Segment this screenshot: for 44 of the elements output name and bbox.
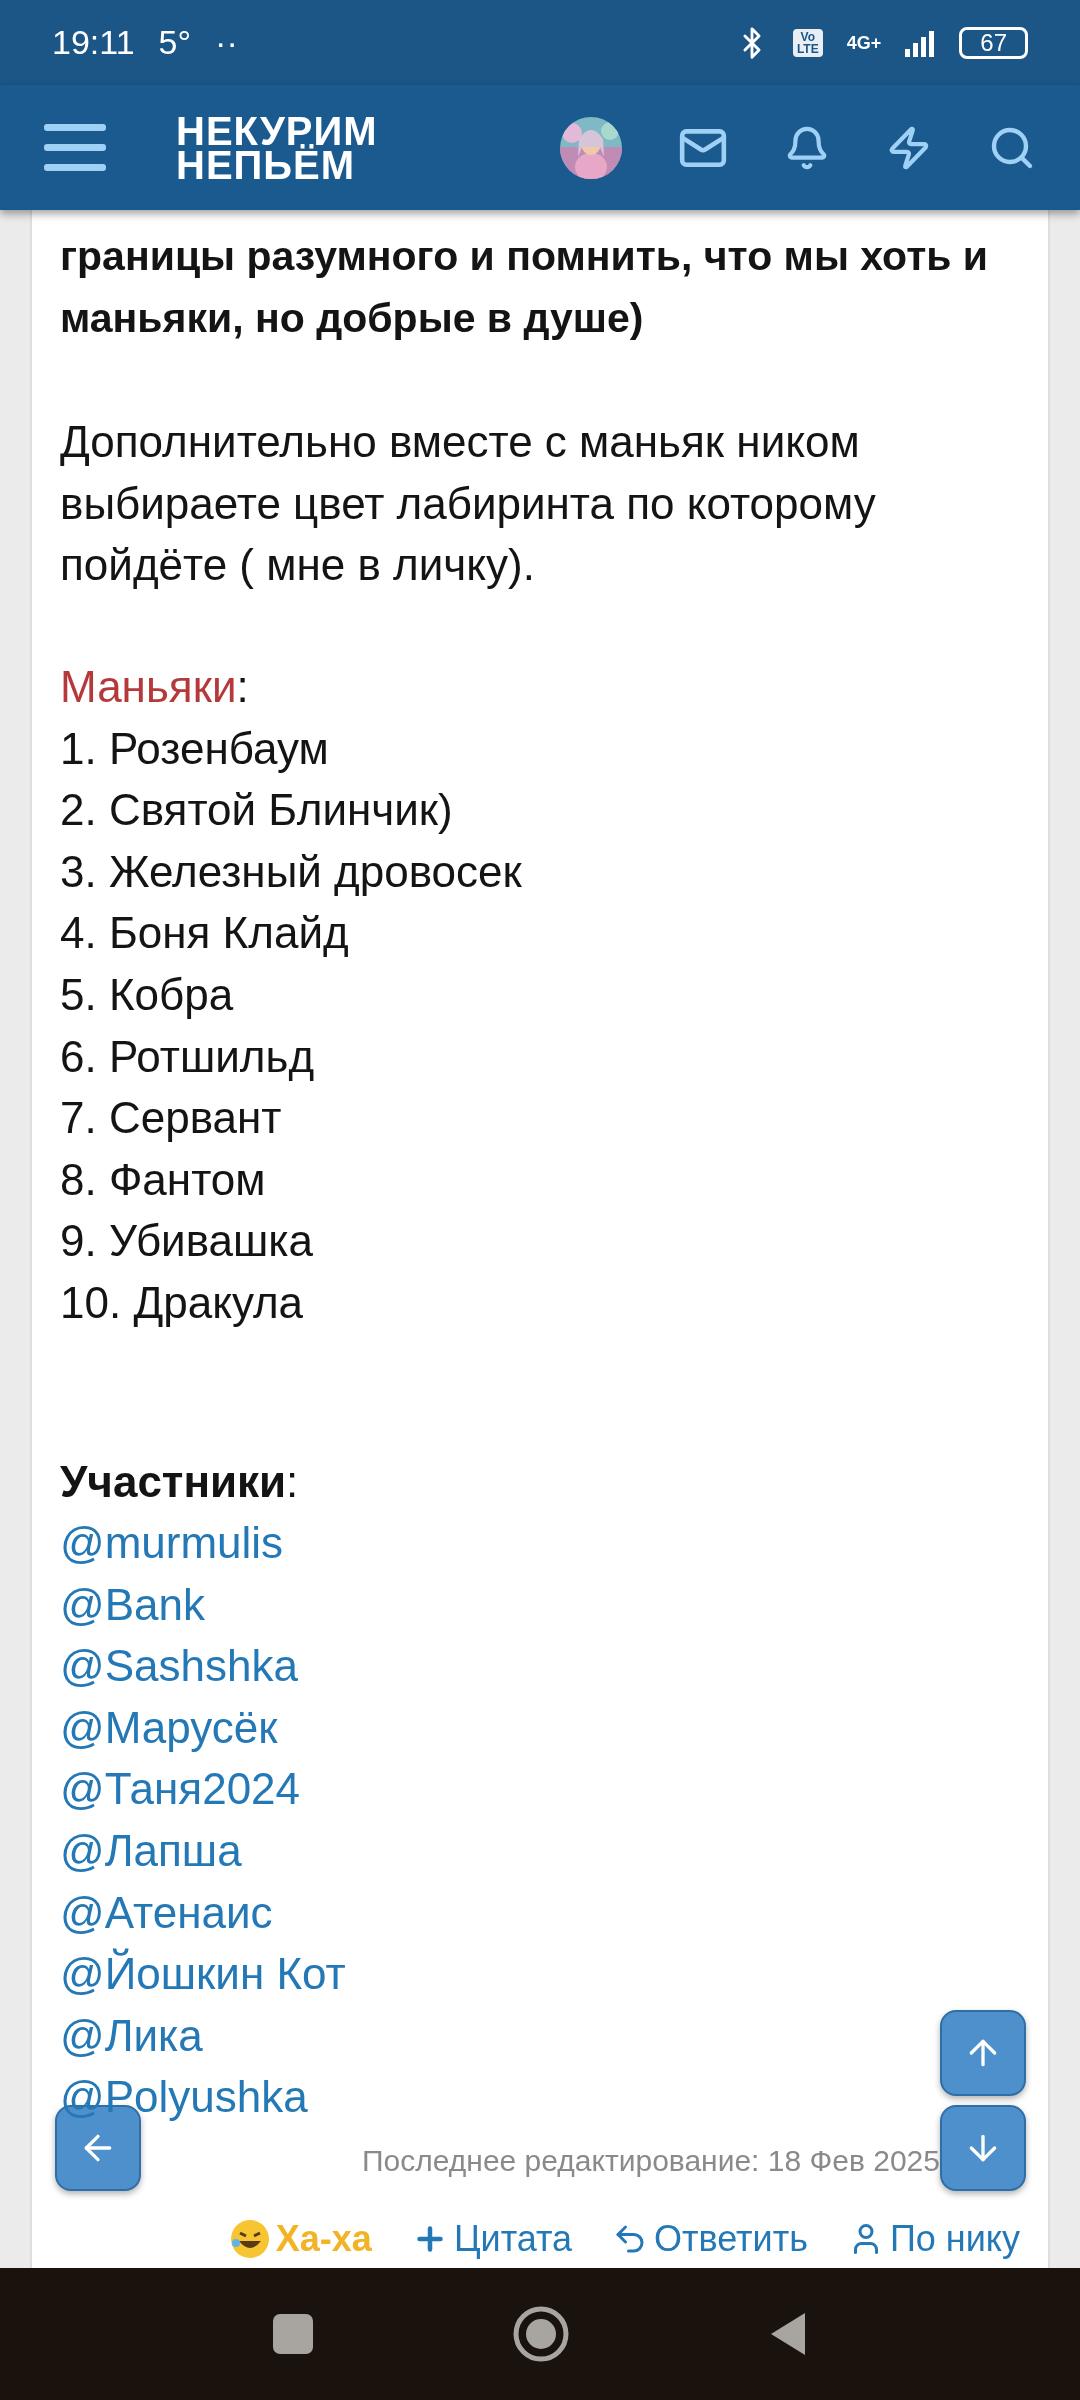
recents-icon[interactable] bbox=[273, 2314, 313, 2354]
back-nav-icon[interactable] bbox=[769, 2311, 807, 2357]
signal-icon bbox=[905, 28, 936, 57]
mention-link[interactable]: @Лапша bbox=[60, 1820, 242, 1882]
battery-indicator: 67 bbox=[959, 26, 1028, 59]
mention-link[interactable]: @Таня2024 bbox=[60, 1758, 301, 1821]
temperature: 5° bbox=[158, 23, 192, 62]
list-item: 10. Дракула bbox=[60, 1276, 305, 1329]
network-type: 4G+ bbox=[846, 33, 882, 52]
notification-dots: ·· bbox=[215, 23, 238, 62]
quote-action[interactable]: Цитата bbox=[411, 2217, 573, 2262]
list-item: 6. Ротшильд bbox=[60, 1030, 316, 1083]
heading-colon: : bbox=[286, 1456, 299, 1506]
author-action[interactable]: По нику bbox=[847, 2217, 1020, 2262]
mention-link[interactable]: @murmulis bbox=[60, 1512, 284, 1574]
mention-link[interactable]: @Марусёк bbox=[60, 1696, 278, 1759]
mention-link[interactable]: @Sashshka bbox=[60, 1635, 298, 1697]
menu-icon[interactable] bbox=[44, 123, 106, 172]
home-icon[interactable] bbox=[513, 2306, 569, 2362]
list-item: 7. Сервант bbox=[60, 1092, 283, 1145]
list-item: 9. Убивашка bbox=[60, 1215, 315, 1268]
mention-link[interactable]: @Лика bbox=[60, 2004, 203, 2067]
scroll-down-button[interactable] bbox=[940, 2105, 1026, 2191]
list-item: 3. Железный дровосек bbox=[60, 845, 523, 898]
volte-badge: Vo LTE bbox=[792, 28, 823, 57]
laughing-emoji-icon bbox=[229, 2219, 270, 2260]
site-logo[interactable]: НЕКУРИМ НЕПЬЁМ bbox=[176, 113, 378, 182]
mention-link[interactable]: @Bank bbox=[60, 1573, 205, 1636]
list-item: 2. Святой Блинчик) bbox=[60, 784, 454, 837]
mention-link[interactable]: @Атенаис bbox=[60, 1881, 273, 1944]
reply-action[interactable]: Ответить bbox=[612, 2217, 808, 2262]
post-paragraph: Дополнительно вместе с маньяк ником выбираете цвет лабиринта по которому пойдёте ( мне в личку). bbox=[60, 416, 877, 592]
mention-link[interactable]: @Йошкин Кот bbox=[60, 1943, 346, 2005]
list-item: 8. Фантом bbox=[60, 1153, 267, 1206]
section-heading: Участники bbox=[60, 1456, 287, 1506]
edit-note: Последнее редактирование: 18 Фев 2025 bbox=[362, 2144, 940, 2178]
list-item: 1. Розенбаум bbox=[60, 722, 330, 775]
list-item: 4. Боня Клайд bbox=[60, 907, 350, 960]
heading-colon: : bbox=[236, 661, 249, 711]
post-paragraph: границы разумного и помнить, что мы хоть и маньяки, но добрые в душе) bbox=[60, 232, 989, 343]
list-item: 5. Кобра bbox=[60, 968, 235, 1021]
section-heading: Маньяки bbox=[60, 661, 237, 711]
scroll-up-button[interactable] bbox=[940, 2010, 1026, 2096]
clock: 19:11 bbox=[52, 23, 135, 62]
